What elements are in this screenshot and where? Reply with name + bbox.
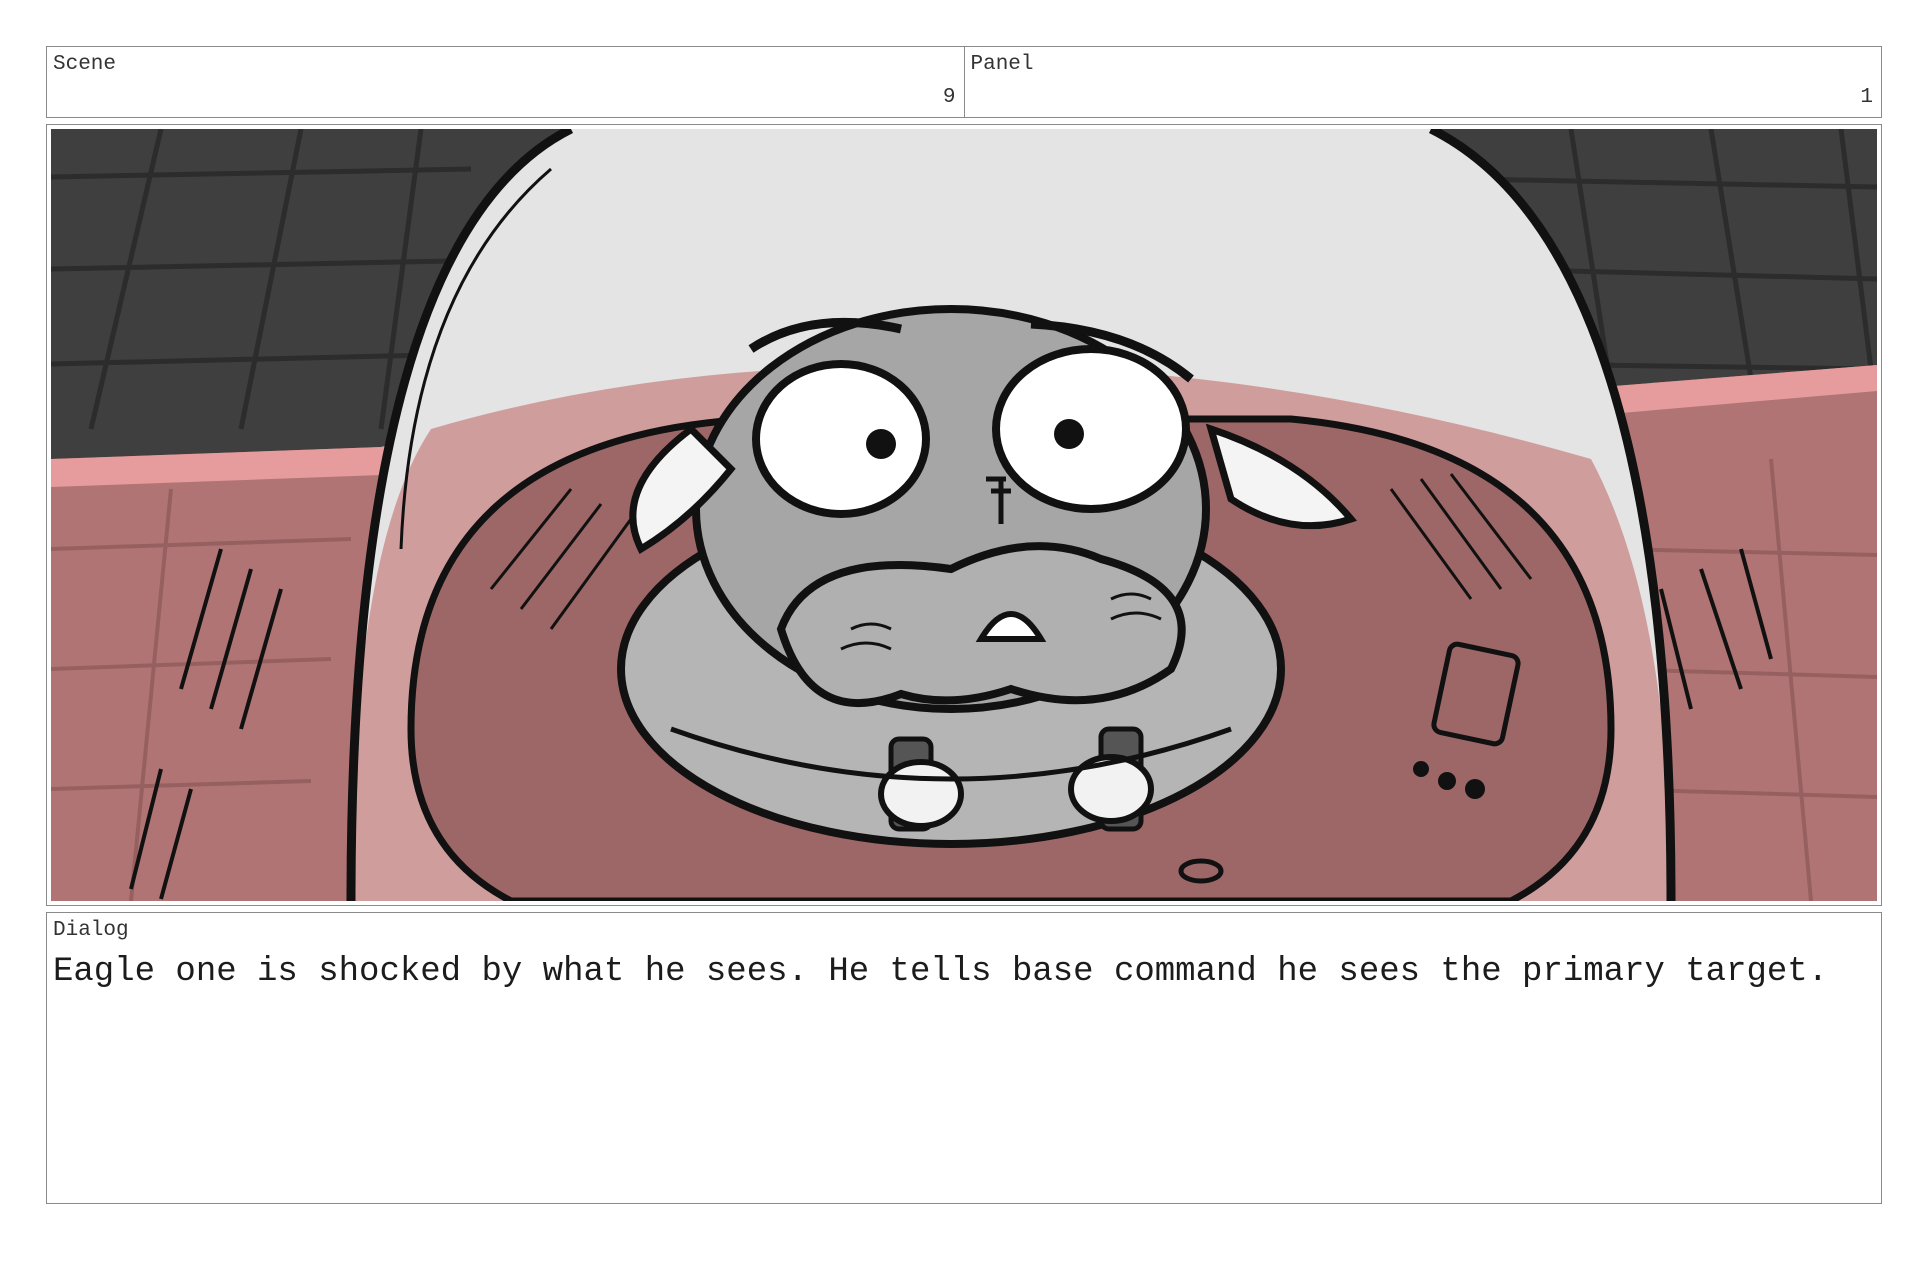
pug-paw-left [878,759,964,829]
panel-cell: Panel 1 [963,47,1882,117]
storyboard-artwork [51,129,1877,901]
panel-number: 1 [1860,86,1873,109]
pug-pupil-right [1054,419,1084,449]
pug-pupil-left [866,429,896,459]
dialog-text: Eagle one is shocked by what he sees. He… [53,953,1829,991]
pug-eye-left [752,360,930,518]
control-knob-3 [1465,779,1485,799]
control-knob-1 [1413,761,1429,777]
dialog-box: Dialog Eagle one is shocked by what he s… [46,912,1882,1204]
scene-panel-header: Scene 9 Panel 1 [46,46,1882,118]
storyboard-frame [46,124,1882,906]
pug-muzzle [776,542,1186,707]
control-knob-2 [1438,772,1456,790]
dialog-label: Dialog [53,919,129,942]
panel-label: Panel [970,53,1034,76]
scene-label: Scene [53,53,117,76]
scene-number: 9 [942,86,956,109]
scene-cell: Scene 9 [47,47,964,117]
pug-eye-right [992,345,1190,513]
